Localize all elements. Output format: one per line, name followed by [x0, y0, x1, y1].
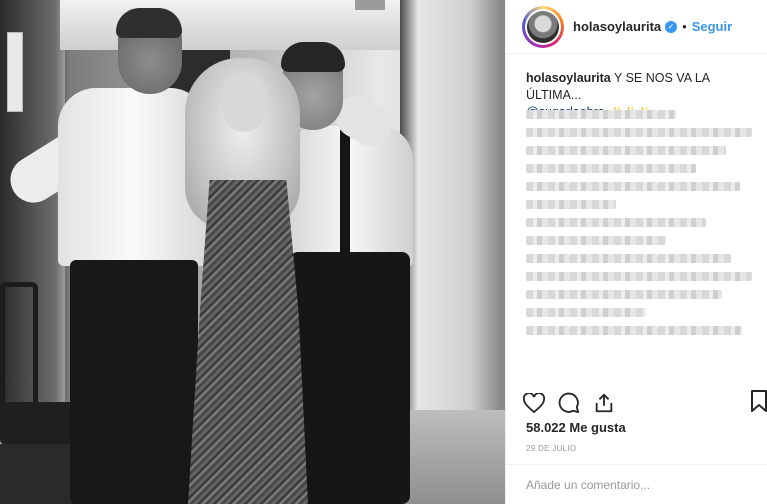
comment-input[interactable]: [526, 477, 746, 492]
blurred-comment-line: [526, 236, 666, 245]
post-actions: [522, 390, 762, 416]
likes-count[interactable]: 58.022 Me gusta: [526, 420, 626, 435]
blurred-comment-line: [526, 146, 726, 155]
woman-face: [222, 72, 266, 132]
blurred-comment-line: [526, 128, 752, 137]
post-photo[interactable]: [0, 0, 505, 504]
blurred-comment-line: [526, 308, 646, 317]
avatar-inner: [525, 8, 561, 45]
photo-wall-paper: [7, 32, 23, 112]
blurred-comment-line: [526, 164, 696, 173]
blurred-comment-line: [526, 254, 731, 263]
blurred-comment-line: [526, 218, 706, 227]
man-left-hair: [116, 8, 182, 38]
avatar[interactable]: [522, 5, 564, 48]
comment-icon[interactable]: [557, 391, 581, 415]
blurred-comment-line: [526, 290, 722, 299]
post-header: holasoylaurita ✓ • Seguir: [506, 0, 767, 54]
blurred-comment-line: [526, 200, 616, 209]
man-right-pants: [290, 252, 410, 504]
follow-button[interactable]: Seguir: [692, 19, 732, 34]
post-date: 29 DE JULIO: [526, 444, 577, 453]
photo-ceiling-light: [355, 0, 385, 10]
post-side-panel: holasoylaurita ✓ • Seguir holasoylaurita…: [505, 0, 767, 504]
man-left-pants: [70, 260, 198, 504]
bookmark-icon[interactable]: [751, 390, 767, 414]
blurred-comment-line: [526, 272, 752, 281]
photo-chair-back: [0, 282, 38, 412]
photo-ceiling: [60, 0, 400, 50]
caption-username[interactable]: holasoylaurita: [526, 71, 611, 85]
username-link[interactable]: holasoylaurita: [573, 19, 661, 34]
heart-icon[interactable]: [522, 391, 546, 415]
man-right-hair: [281, 42, 345, 72]
blurred-comment-line: [526, 110, 676, 119]
comment-bar: [506, 464, 767, 504]
man-right-suspender: [340, 130, 350, 260]
share-icon[interactable]: [592, 391, 616, 415]
blurred-comments: [526, 110, 760, 344]
woman-dress: [188, 180, 308, 504]
avatar-image: [527, 10, 559, 43]
separator-dot: •: [682, 19, 687, 34]
blurred-comment-line: [526, 182, 740, 191]
verified-badge-icon: ✓: [665, 20, 678, 33]
blurred-comment-line: [526, 326, 742, 335]
